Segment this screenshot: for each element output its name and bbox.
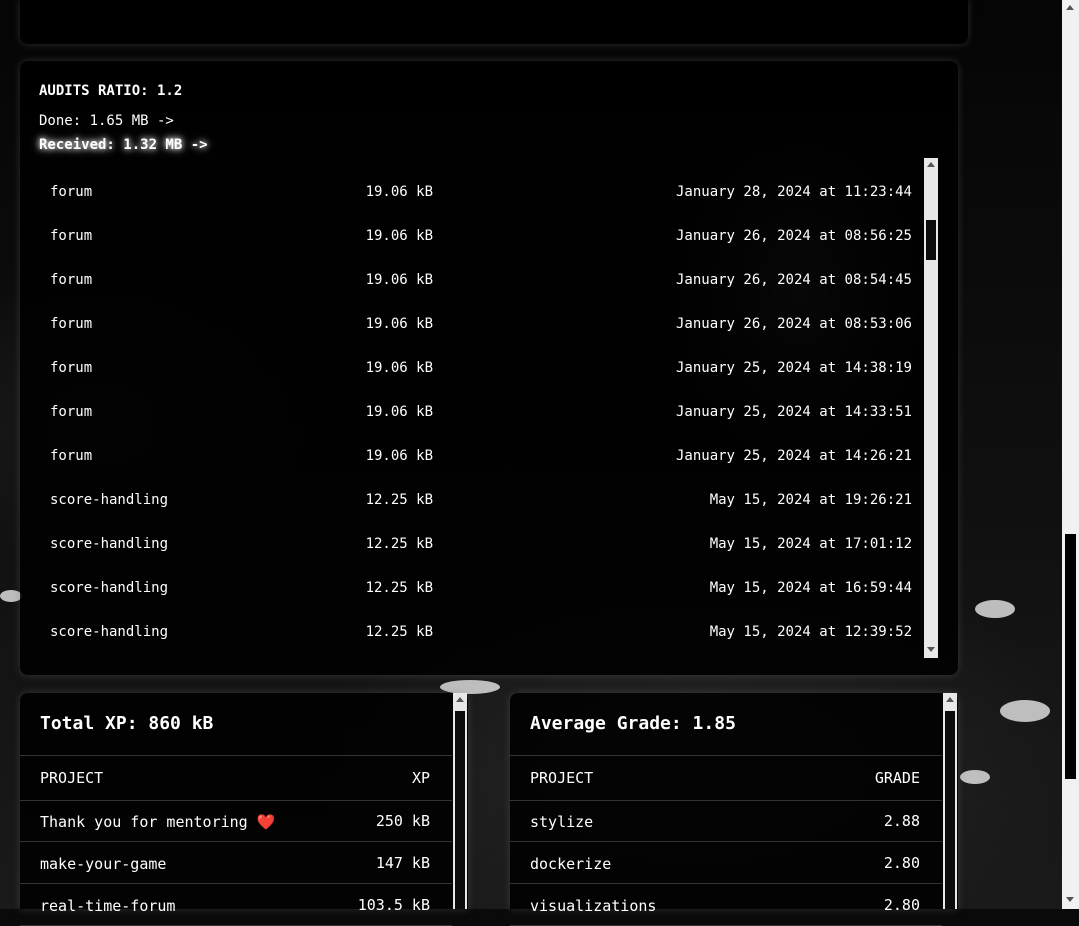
audit-date: January 25, 2024 at 14:26:21 [675, 448, 912, 464]
confetti-decoration [0, 590, 22, 602]
confetti-decoration [440, 680, 500, 694]
row-value: 147 kB [375, 854, 430, 872]
audit-project: forum [50, 272, 93, 288]
audit-project: score-handling [50, 492, 169, 508]
audit-date: May 15, 2024 at 12:39:52 [709, 624, 912, 640]
audit-size: 12.25 kB [365, 536, 433, 552]
audit-date: May 15, 2024 at 16:59:44 [709, 580, 912, 596]
grades-col-project: PROJECT [530, 769, 594, 787]
xp-col-project: PROJECT [40, 769, 104, 787]
grades-table-header: PROJECT GRADE [510, 755, 942, 801]
top-panel [20, 0, 968, 44]
grades-scrollbar[interactable] [943, 693, 957, 909]
grades-panel: Average Grade: 1.85 PROJECT GRADE styliz… [510, 693, 958, 926]
audit-size: 19.06 kB [365, 448, 433, 464]
xp-panel: Total XP: 860 kB PROJECT XP Thank you fo… [20, 693, 468, 926]
xp-col-xp: XP [411, 769, 430, 787]
audit-project: score-handling [50, 580, 169, 596]
audit-row: forum 19.06 kB January 25, 2024 at 14:38:1… [20, 360, 920, 404]
audit-date: January 25, 2024 at 14:38:19 [675, 360, 912, 376]
audit-size: 19.06 kB [365, 404, 433, 420]
page-scrollbar-thumb[interactable] [1065, 534, 1076, 779]
audit-project: score-handling [50, 536, 169, 552]
row-value: 250 kB [375, 812, 430, 830]
table-row: visualizations 2.80 [510, 884, 942, 926]
audit-size: 19.06 kB [365, 184, 433, 200]
scroll-up-arrow-icon[interactable] [456, 697, 464, 702]
row-value: 103.5 kB [357, 896, 430, 914]
audit-date: January 25, 2024 at 14:33:51 [675, 404, 912, 420]
audits-received-link[interactable]: Received: 1.32 MB -> [39, 137, 208, 153]
audits-done-link[interactable]: Done: 1.65 MB -> [39, 113, 174, 129]
audit-row: forum 19.06 kB January 25, 2024 at 14:33:5… [20, 404, 920, 448]
audit-project: forum [50, 316, 93, 332]
confetti-decoration [975, 600, 1015, 618]
audit-row: forum 19.06 kB January 25, 2024 at 14:26:2… [20, 448, 920, 492]
audit-row: forum 19.06 kB January 26, 2024 at 08:54:4… [20, 272, 920, 316]
scroll-up-arrow-icon[interactable] [927, 162, 935, 167]
audit-size: 12.25 kB [365, 492, 433, 508]
row-project: dockerize [530, 855, 612, 873]
audit-date: January 26, 2024 at 08:54:45 [675, 272, 912, 288]
audit-project: forum [50, 448, 93, 464]
row-value: 2.80 [883, 896, 920, 914]
audit-date: January 26, 2024 at 08:56:25 [675, 228, 912, 244]
audit-date: January 28, 2024 at 11:23:44 [675, 184, 912, 200]
table-row: Thank you for mentoring ❤️ 250 kB [20, 800, 452, 842]
average-grade-title: Average Grade: 1.85 [530, 713, 736, 734]
audits-panel: AUDITS RATIO: 1.2 Done: 1.65 MB -> Recei… [20, 61, 958, 675]
row-project: visualizations [530, 897, 657, 915]
scroll-up-arrow-icon[interactable] [946, 697, 954, 702]
confetti-decoration [960, 770, 990, 784]
total-xp-title: Total XP: 860 kB [40, 713, 214, 734]
audit-row: forum 19.06 kB January 26, 2024 at 08:56:2… [20, 228, 920, 272]
xp-scrollbar[interactable] [453, 693, 467, 909]
audit-row: score-handling 12.25 kB May 15, 2024 at 17… [20, 536, 920, 580]
audit-list[interactable]: forum 19.06 kB January 28, 2024 at 11:23:4… [20, 157, 920, 657]
row-project: Thank you for mentoring ❤️ [40, 813, 276, 831]
scroll-down-arrow-icon[interactable] [927, 647, 935, 652]
row-value: 2.80 [883, 854, 920, 872]
scrollbar-thumb[interactable] [945, 711, 955, 909]
audit-project: forum [50, 404, 93, 420]
xp-table-header: PROJECT XP [20, 755, 452, 801]
row-value: 2.88 [883, 812, 920, 830]
row-project: real-time-forum [40, 897, 176, 915]
table-row: stylize 2.88 [510, 800, 942, 842]
audit-row: forum 19.06 kB January 26, 2024 at 08:53:0… [20, 316, 920, 360]
audit-size: 19.06 kB [365, 316, 433, 332]
table-row: make-your-game 147 kB [20, 842, 452, 884]
audit-size: 12.25 kB [365, 580, 433, 596]
audit-project: score-handling [50, 624, 169, 640]
audit-row: score-handling 12.25 kB May 15, 2024 at 16… [20, 580, 920, 624]
audit-list-scrollbar[interactable] [924, 158, 938, 658]
row-project: make-your-game [40, 855, 167, 873]
table-row: real-time-forum 103.5 kB [20, 884, 452, 926]
page-scrollbar[interactable] [1062, 0, 1079, 909]
table-row: dockerize 2.80 [510, 842, 942, 884]
audit-date: January 26, 2024 at 08:53:06 [675, 316, 912, 332]
audit-row: score-handling 12.25 kB May 15, 2024 at 19… [20, 492, 920, 536]
audit-size: 12.25 kB [365, 624, 433, 640]
audit-size: 19.06 kB [365, 360, 433, 376]
audit-project: forum [50, 360, 93, 376]
confetti-decoration [1000, 700, 1050, 722]
scroll-up-arrow-icon[interactable] [1066, 5, 1074, 10]
audit-date: May 15, 2024 at 19:26:21 [709, 492, 912, 508]
audit-date: May 15, 2024 at 17:01:12 [709, 536, 912, 552]
audit-project: forum [50, 184, 93, 200]
scrollbar-thumb[interactable] [455, 711, 465, 909]
audit-row: score-handling 12.25 kB May 15, 2024 at 12… [20, 624, 920, 657]
audit-size: 19.06 kB [365, 228, 433, 244]
audits-ratio-title: AUDITS RATIO: 1.2 [39, 83, 183, 99]
row-project: stylize [530, 813, 594, 831]
grades-col-grade: GRADE [874, 769, 920, 787]
scroll-down-arrow-icon[interactable] [1066, 897, 1074, 902]
audit-project: forum [50, 228, 93, 244]
audit-size: 19.06 kB [365, 272, 433, 288]
audit-row: forum 19.06 kB January 28, 2024 at 11:23:4… [20, 184, 920, 228]
scrollbar-thumb[interactable] [926, 220, 936, 260]
